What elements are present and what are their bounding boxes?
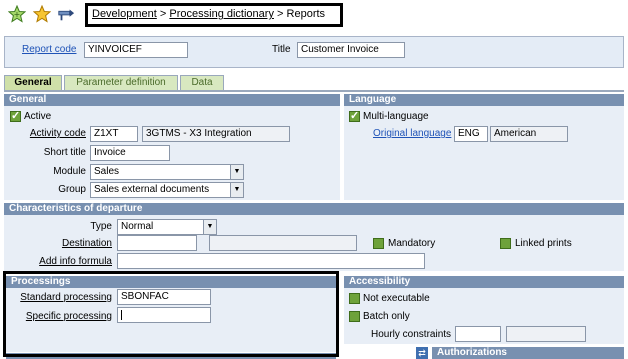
activity-code-description: 3GTMS - X3 Integration [142,126,290,142]
type-value: Normal [121,221,154,232]
type-select[interactable]: Normal ▼ [117,219,217,235]
not-executable-checkbox[interactable] [349,293,360,304]
destination-description [209,235,357,251]
accessibility-section-header: Accessibility [344,276,624,288]
chevron-down-icon[interactable]: ▼ [230,165,243,179]
destination-field[interactable] [117,235,197,251]
tab-data[interactable]: Data [180,75,224,90]
active-label: Active [24,111,52,122]
active-checkbox[interactable] [10,109,21,122]
hourly-constraints-label: Hourly constraints [371,329,452,340]
short-title-label: Short title [43,147,86,158]
chevron-down-icon[interactable]: ▼ [203,220,216,234]
tab-divider [4,90,624,92]
group-value: Sales external documents [94,184,210,195]
title-field[interactable]: Customer Invoice [297,42,405,58]
linked-prints-label: Linked prints [515,238,572,249]
module-label: Module [53,166,86,177]
type-label: Type [90,221,112,232]
batch-only-label: Batch only [363,311,410,322]
breadcrumb-separator: > [159,8,167,20]
general-section-header: General [4,94,340,106]
authorizations-section-header[interactable]: Authorizations [432,347,624,359]
short-title-field[interactable]: Invoice [90,145,170,161]
original-language-name: American [490,126,568,142]
standard-processing-label[interactable]: Standard processing [12,292,112,304]
standard-processing-field[interactable]: SBONFAC [117,289,211,305]
tab-general[interactable]: General [4,75,62,90]
group-select[interactable]: Sales external documents ▼ [90,182,244,198]
add-info-formula-field[interactable] [117,253,425,269]
star-add-icon[interactable]: + [8,5,26,23]
not-executable-label: Not executable [363,293,430,304]
breadcrumb-processing-dictionary[interactable]: Processing dictionary [169,8,274,20]
hourly-constraints-field[interactable] [455,326,501,342]
activity-code-label[interactable]: Activity code [10,128,86,140]
svg-text:+: + [14,10,21,19]
specific-processing-field[interactable] [117,307,211,323]
multi-language-checkbox[interactable] [349,109,360,122]
star-icon[interactable] [33,5,51,23]
tab-parameter-definition[interactable]: Parameter definition [64,75,178,90]
specific-processing-label[interactable]: Specific processing [12,311,112,323]
linked-prints-checkbox[interactable] [500,238,511,249]
pin-icon[interactable] [57,5,75,23]
breadcrumb-separator: > [277,8,284,20]
title-label: Title [272,44,291,55]
original-language-code-field[interactable]: ENG [454,126,488,142]
hourly-constraints-description [506,326,586,342]
original-language-label[interactable]: Original language [373,128,451,140]
report-code-field[interactable]: YINVOICEF [84,42,188,58]
expand-icon[interactable]: ⇄ [416,347,428,359]
module-select[interactable]: Sales ▼ [90,164,244,180]
breadcrumb: Development > Processing dictionary > Re… [85,3,343,27]
language-section-header: Language [344,94,624,106]
destination-label[interactable]: Destination [30,238,112,250]
chevron-down-icon[interactable]: ▼ [230,183,243,197]
batch-only-checkbox[interactable] [349,311,360,322]
report-code-label[interactable]: Report code [22,44,76,56]
mandatory-label: Mandatory [388,238,436,249]
module-value: Sales [94,166,120,177]
processings-section-header: Processings [6,276,336,288]
multi-language-label: Multi-language [363,111,429,122]
next-section-header [6,353,336,359]
breadcrumb-development[interactable]: Development [92,8,157,20]
breadcrumb-reports: Reports [286,8,326,20]
text-cursor [121,310,122,320]
activity-code-field[interactable]: Z1XT [90,126,138,142]
add-info-formula-label[interactable]: Add info formula [30,256,112,268]
departure-section-header: Characteristics of departure [4,203,624,215]
mandatory-checkbox[interactable] [373,238,384,249]
group-label: Group [58,184,86,195]
